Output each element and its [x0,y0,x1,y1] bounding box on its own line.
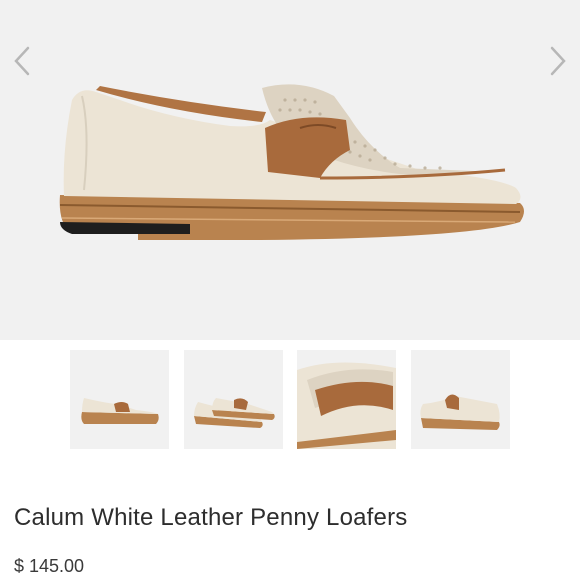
thumbnail-strip [70,350,510,449]
thumbnail-rear-view[interactable] [411,350,510,449]
prev-image-button[interactable] [8,44,36,78]
product-price: $ 145.00 [14,556,85,576]
thumbnail-image [297,362,396,449]
thumbnail-closeup[interactable] [297,350,396,449]
thumbnail-image [81,398,159,424]
product-title: Calum White Leather Penny Loafers [14,504,408,531]
loafer-main-image [59,84,524,240]
chevron-right-icon [550,46,566,76]
chevron-left-icon [14,46,30,76]
thumbnail-image [420,394,500,430]
thumbnail-side-view[interactable] [70,350,169,449]
thumbnail-image [194,398,275,428]
next-image-button[interactable] [544,44,572,78]
product-main-image[interactable] [0,0,580,340]
thumbnail-pair-view[interactable] [184,350,283,449]
